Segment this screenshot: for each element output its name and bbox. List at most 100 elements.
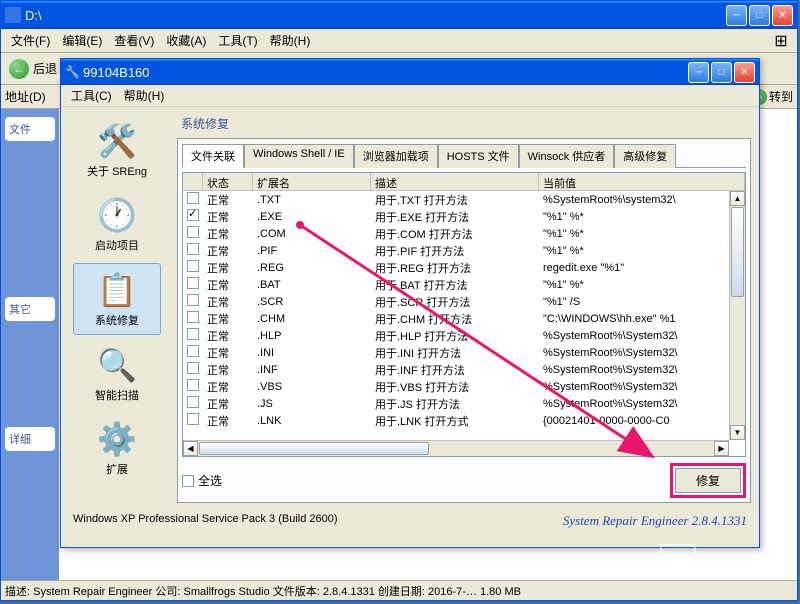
row-status: 正常 <box>203 396 253 412</box>
row-checkbox[interactable] <box>187 362 199 374</box>
dialog-maximize-button[interactable]: □ <box>711 62 732 83</box>
sidebar-item-gear[interactable]: ⚙️扩展 <box>73 413 161 483</box>
table-row[interactable]: 正常.LNK用于.LNK 打开方式{00021401-0000-0000-C0 <box>183 412 745 429</box>
explorer-titlebar: D:\ ─ □ ✕ <box>1 1 797 29</box>
col-extension[interactable]: 扩展名 <box>253 173 371 190</box>
back-arrow-icon: ← <box>9 59 29 79</box>
maximize-button[interactable]: □ <box>749 5 770 26</box>
drive-icon <box>5 7 21 23</box>
row-checkbox[interactable] <box>187 396 199 408</box>
tab-1[interactable]: Windows Shell / IE <box>244 144 354 168</box>
scroll-right-button[interactable]: ▶ <box>714 441 729 456</box>
close-button[interactable]: ✕ <box>772 5 793 26</box>
row-desc: 用于.VBS 打开方法 <box>371 379 539 395</box>
row-val: %SystemRoot%\System32\ <box>539 364 745 376</box>
about-icon: 🛠️ <box>97 121 137 161</box>
table-row[interactable]: 正常.EXE用于.EXE 打开方法"%1" %* <box>183 208 745 225</box>
vertical-scrollbar[interactable]: ▲ ▼ <box>729 191 745 440</box>
scroll-up-button[interactable]: ▲ <box>730 191 745 206</box>
dialog-close-button[interactable]: ✕ <box>734 62 755 83</box>
col-checkbox[interactable] <box>183 173 203 190</box>
dialog-minimize-button[interactable]: ─ <box>688 62 709 83</box>
row-checkbox[interactable] <box>187 294 199 306</box>
table-row[interactable]: 正常.COM用于.COM 打开方法"%1" %* <box>183 225 745 242</box>
row-checkbox[interactable] <box>187 345 199 357</box>
sidebar-box-detail[interactable]: 详细 <box>5 427 55 451</box>
table-row[interactable]: 正常.CHM用于.CHM 打开方法"C:\WINDOWS\hh.exe" %1 <box>183 310 745 327</box>
menu-tools[interactable]: 工具(T) <box>212 30 263 51</box>
table-row[interactable]: 正常.INF用于.INF 打开方法%SystemRoot%\System32\ <box>183 361 745 378</box>
horizontal-scrollbar[interactable]: ◀ ▶ <box>183 440 729 456</box>
row-status: 正常 <box>203 226 253 242</box>
table-row[interactable]: 正常.BAT用于.BAT 打开方法"%1" %* <box>183 276 745 293</box>
section-box: 文件关联Windows Shell / IE浏览器加载项HOSTS 文件Wins… <box>177 138 751 503</box>
scroll-thumb-v[interactable] <box>731 207 744 297</box>
table-row[interactable]: 正常.REG用于.REG 打开方法regedit.exe "%1" <box>183 259 745 276</box>
row-desc: 用于.COM 打开方法 <box>371 226 539 242</box>
tab-2[interactable]: 浏览器加载项 <box>354 144 438 168</box>
row-checkbox[interactable] <box>187 209 199 221</box>
table-row[interactable]: 正常.SCR用于.SCR 打开方法"%1" /S <box>183 293 745 310</box>
col-value[interactable]: 当前值 <box>539 173 745 190</box>
menu-file[interactable]: 文件(F) <box>5 30 56 51</box>
table-row[interactable]: 正常.VBS用于.VBS 打开方法%SystemRoot%\System32\ <box>183 378 745 395</box>
select-all-checkbox[interactable]: 全选 <box>182 472 222 489</box>
back-button[interactable]: ← 后退 <box>9 59 57 79</box>
row-checkbox[interactable] <box>187 277 199 289</box>
dialog-window-controls: ─ □ ✕ <box>688 62 755 83</box>
sidebar-item-clock[interactable]: 🕐启动项目 <box>73 189 161 259</box>
scroll-down-button[interactable]: ▼ <box>730 425 745 440</box>
row-ext: .TXT <box>253 194 371 206</box>
sidebar-box-other[interactable]: 其它 <box>5 297 55 321</box>
dialog-menu-tools[interactable]: 工具(C) <box>65 85 118 106</box>
scroll-left-button[interactable]: ◀ <box>183 441 198 456</box>
row-desc: 用于.INI 打开方法 <box>371 345 539 361</box>
table-row[interactable]: 正常.INI用于.INI 打开方法%SystemRoot%\System32\ <box>183 344 745 361</box>
table-row[interactable]: 正常.HLP用于.HLP 打开方法%SystemRoot%\System32\ <box>183 327 745 344</box>
sidebar-item-about[interactable]: 🛠️关于 SREng <box>73 115 161 185</box>
row-val: "%1" %* <box>539 279 745 291</box>
tab-3[interactable]: HOSTS 文件 <box>438 144 519 168</box>
row-ext: .JS <box>253 398 371 410</box>
row-checkbox[interactable] <box>187 243 199 255</box>
sidebar-item-search[interactable]: 🔍智能扫描 <box>73 339 161 409</box>
row-checkbox[interactable] <box>187 311 199 323</box>
list-body: 正常.TXT用于.TXT 打开方法%SystemRoot%\system32\正… <box>183 191 745 456</box>
table-row[interactable]: 正常.PIF用于.PIF 打开方法"%1" %* <box>183 242 745 259</box>
scroll-thumb-h[interactable] <box>199 442 429 455</box>
row-desc: 用于.REG 打开方法 <box>371 260 539 276</box>
footer-app-info: System Repair Engineer 2.8.4.1331 <box>563 513 747 529</box>
row-ext: .REG <box>253 262 371 274</box>
dialog-menu-help[interactable]: 帮助(H) <box>118 85 171 106</box>
row-status: 正常 <box>203 379 253 395</box>
menu-help[interactable]: 帮助(H) <box>264 30 317 51</box>
clock-icon: 🕐 <box>97 195 137 235</box>
windows-flag-icon: ⊞ <box>769 31 793 51</box>
sidebar-item-check[interactable]: 📋系统修复 <box>73 263 161 335</box>
dialog-menubar: 工具(C) 帮助(H) <box>61 85 759 107</box>
table-row[interactable]: 正常.TXT用于.TXT 打开方法%SystemRoot%\system32\ <box>183 191 745 208</box>
menu-edit[interactable]: 编辑(E) <box>56 30 108 51</box>
row-checkbox[interactable] <box>187 379 199 391</box>
menu-favorites[interactable]: 收藏(A) <box>160 30 212 51</box>
sidebar-box-files[interactable]: 文件 <box>5 117 55 141</box>
dialog-footer: Windows XP Professional Service Pack 3 (… <box>61 507 759 535</box>
col-description[interactable]: 描述 <box>371 173 539 190</box>
row-val: %SystemRoot%\System32\ <box>539 330 745 342</box>
row-checkbox[interactable] <box>187 226 199 238</box>
row-checkbox[interactable] <box>187 260 199 272</box>
tab-5[interactable]: 高级修复 <box>614 144 676 168</box>
row-checkbox[interactable] <box>187 328 199 340</box>
row-checkbox[interactable] <box>187 192 199 204</box>
row-checkbox[interactable] <box>187 413 199 425</box>
minimize-button[interactable]: ─ <box>726 5 747 26</box>
tab-0[interactable]: 文件关联 <box>182 144 244 168</box>
repair-button[interactable]: 修复 <box>675 468 741 493</box>
table-row[interactable]: 正常.JS用于.JS 打开方法%SystemRoot%\System32\ <box>183 395 745 412</box>
goto-label: 转到 <box>769 88 793 105</box>
tab-4[interactable]: Winsock 供应者 <box>519 144 615 168</box>
menu-view[interactable]: 查看(V) <box>108 30 160 51</box>
window-controls: ─ □ ✕ <box>726 5 793 26</box>
col-status[interactable]: 状态 <box>203 173 253 190</box>
row-ext: .SCR <box>253 296 371 308</box>
